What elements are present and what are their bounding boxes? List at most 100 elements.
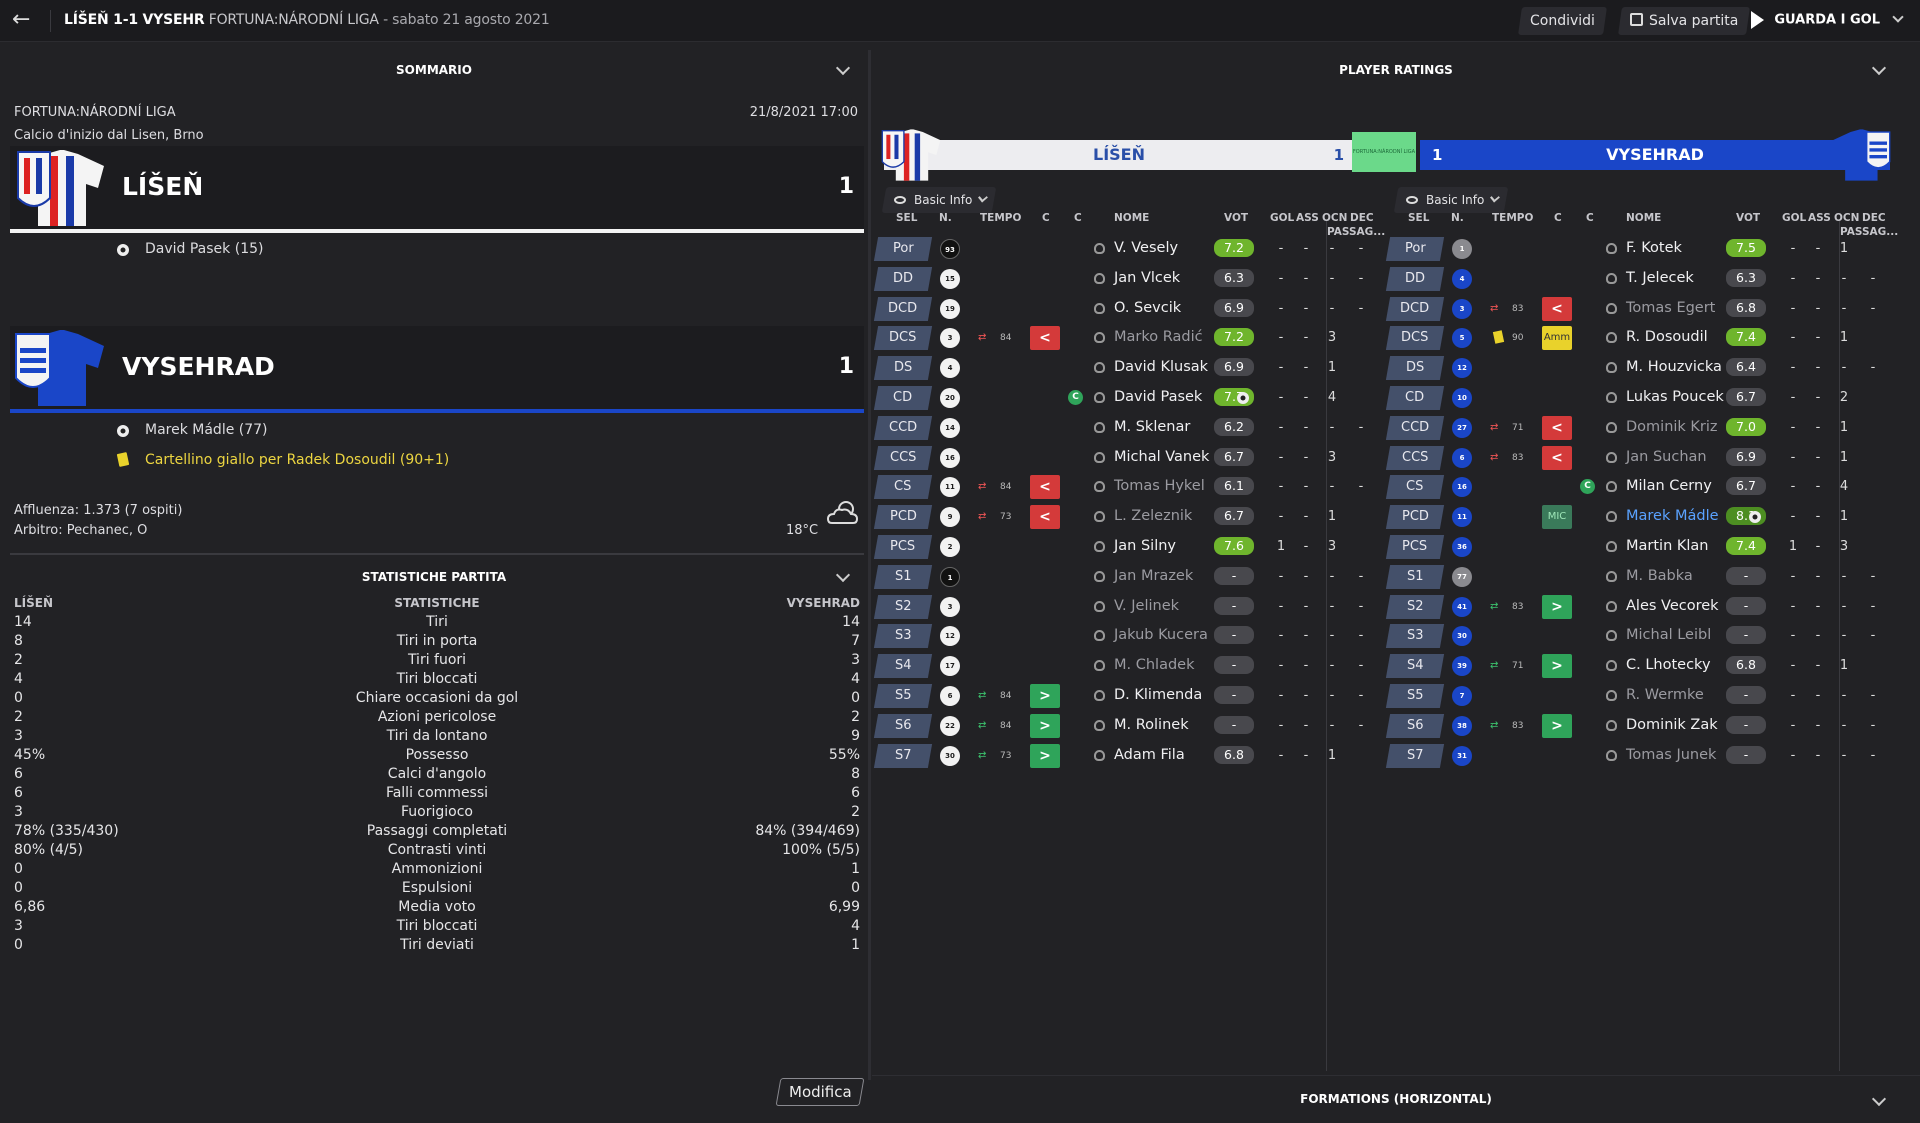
- player-row[interactable]: PCD 9 ⇄ 73 < L. Zeleznik 6.7 - - 1: [872, 503, 1384, 530]
- player-name[interactable]: David Pasek: [1114, 389, 1202, 405]
- column-header-gol[interactable]: GOL: [1782, 212, 1806, 224]
- player-profile-icon[interactable]: [1094, 272, 1105, 284]
- player-row[interactable]: Por 93 V. Vesely 7.2 - - - -: [872, 235, 1384, 261]
- column-header-dec[interactable]: DEC: [1350, 212, 1374, 224]
- subbed-on-icon[interactable]: >: [1030, 713, 1060, 738]
- player-name[interactable]: M. Sklenar: [1114, 419, 1190, 435]
- player-profile-icon[interactable]: [1606, 392, 1617, 403]
- player-name[interactable]: D. Klimenda: [1114, 687, 1202, 703]
- player-profile-icon[interactable]: [1606, 451, 1617, 463]
- player-row[interactable]: S7 31 Tomas Junek - - - - -: [1384, 742, 1896, 768]
- player-profile-icon[interactable]: [1094, 749, 1105, 761]
- subbed-on-icon[interactable]: >: [1030, 743, 1060, 768]
- player-row[interactable]: DD 4 T. Jelecek 6.3 - - - -: [1384, 265, 1896, 291]
- player-row[interactable]: CCS 6 ⇄ 83 < Jan Suchan 6.9 - - 1: [1384, 444, 1896, 470]
- player-row[interactable]: CD 10 Lukas Poucek 6.7 - - 2: [1384, 384, 1896, 410]
- player-row[interactable]: PCS 2 Jan Silny 7.6 1 - 3: [872, 533, 1384, 559]
- column-header-ocn[interactable]: OCN: [1834, 212, 1859, 224]
- share-button[interactable]: Condividi: [1518, 7, 1607, 35]
- column-header-nome[interactable]: NOME: [1626, 212, 1661, 224]
- player-profile-icon[interactable]: [1606, 630, 1617, 642]
- player-name[interactable]: Jan Vlcek: [1114, 270, 1180, 286]
- player-row[interactable]: DS 12 M. Houzvicka 6.4 - - - -: [1384, 354, 1896, 381]
- subbed-off-icon[interactable]: <: [1030, 326, 1060, 351]
- formations-header[interactable]: FORMATIONS (HORIZONTAL): [872, 1075, 1920, 1123]
- back-arrow-icon[interactable]: ←: [12, 9, 40, 33]
- player-profile-icon[interactable]: [1094, 392, 1105, 403]
- column-header-c[interactable]: C: [1554, 212, 1562, 224]
- player-profile-icon[interactable]: [1094, 451, 1105, 463]
- column-header-tempo[interactable]: TEMPO: [980, 212, 1021, 224]
- player-row[interactable]: S6 22 ⇄ 84 > M. Rolinek - - - - -: [872, 712, 1384, 738]
- player-profile-icon[interactable]: [1094, 362, 1105, 374]
- player-row[interactable]: Por 1 F. Kotek 7.5 - - 1: [1384, 235, 1896, 261]
- column-header-sel[interactable]: SEL: [1408, 212, 1429, 224]
- player-name[interactable]: Michal Vanek: [1114, 449, 1209, 465]
- player-name[interactable]: Marek Mádle: [1626, 508, 1719, 524]
- player-row[interactable]: PCS 36 Martin Klan 7.4 1 - 3: [1384, 533, 1896, 559]
- subbed-on-icon[interactable]: >: [1542, 654, 1572, 679]
- player-name[interactable]: Jan Silny: [1114, 538, 1176, 554]
- column-header-c[interactable]: C: [1042, 212, 1050, 224]
- player-profile-icon[interactable]: [1606, 749, 1617, 761]
- player-row[interactable]: S1 1 Jan Mrazek - - - - -: [872, 563, 1384, 589]
- column-header-gol[interactable]: GOL: [1270, 212, 1294, 224]
- column-header-c[interactable]: C: [1586, 212, 1594, 224]
- column-header-ass[interactable]: ASS: [1808, 212, 1831, 224]
- player-row[interactable]: DCS 5 90 Amm R. Dosoudil 7.4 - - 1: [1384, 324, 1896, 351]
- match-stats-header[interactable]: STATISTICHE PARTITA: [0, 563, 868, 591]
- player-name[interactable]: Martin Klan: [1626, 538, 1708, 554]
- player-profile-icon[interactable]: [1094, 660, 1105, 672]
- summary-header[interactable]: SOMMARIO: [0, 56, 868, 84]
- player-profile-icon[interactable]: [1606, 660, 1617, 672]
- player-name[interactable]: Jan Suchan: [1626, 449, 1707, 465]
- column-header-nome[interactable]: NOME: [1114, 212, 1149, 224]
- player-profile-icon[interactable]: [1094, 243, 1105, 254]
- player-profile-icon[interactable]: [1606, 600, 1617, 612]
- player-row[interactable]: DCD 19 O. Sevcik 6.9 - - - -: [872, 295, 1384, 321]
- league-name[interactable]: FORTUNA:NÁRODNÍ LIGA: [209, 12, 379, 28]
- subbed-on-icon[interactable]: >: [1030, 684, 1060, 708]
- player-profile-icon[interactable]: [1094, 511, 1105, 523]
- subbed-on-icon[interactable]: >: [1542, 594, 1572, 619]
- column-header-c[interactable]: C: [1074, 212, 1082, 224]
- player-name[interactable]: Ales Vecorek: [1626, 598, 1719, 614]
- subbed-off-icon[interactable]: <: [1542, 445, 1572, 470]
- player-row[interactable]: CCS 16 Michal Vanek 6.7 - - 3: [872, 444, 1384, 470]
- player-name[interactable]: C. Lhotecky: [1626, 657, 1711, 673]
- player-profile-icon[interactable]: [1606, 272, 1617, 284]
- player-name[interactable]: Tomas Hykel: [1114, 478, 1205, 494]
- player-name[interactable]: Tomas Egert: [1626, 300, 1715, 316]
- player-profile-icon[interactable]: [1606, 302, 1617, 314]
- player-name[interactable]: M. Houzvicka: [1626, 359, 1722, 375]
- watch-goals-button[interactable]: GUARDA I GOL: [1751, 10, 1904, 29]
- player-name[interactable]: Jan Mrazek: [1114, 568, 1193, 584]
- player-row[interactable]: CS 16 C Milan Cerny 6.7 - - 4: [1384, 473, 1896, 500]
- column-header-n.[interactable]: N.: [939, 212, 952, 224]
- player-profile-icon[interactable]: [1606, 421, 1617, 433]
- player-row[interactable]: DD 15 Jan Vlcek 6.3 - - - -: [872, 265, 1384, 291]
- player-name[interactable]: V. Vesely: [1114, 240, 1178, 256]
- player-name[interactable]: Milan Cerny: [1626, 478, 1712, 494]
- player-profile-icon[interactable]: [1094, 332, 1105, 344]
- player-name[interactable]: Jakub Kucera: [1114, 627, 1208, 643]
- player-row[interactable]: CCD 27 ⇄ 71 < Dominik Kriz 7.0 - - 1: [1384, 414, 1896, 440]
- player-name[interactable]: Dominik Zak: [1626, 717, 1718, 733]
- player-profile-icon[interactable]: [1606, 719, 1617, 731]
- player-name[interactable]: Marko Radić: [1114, 329, 1203, 345]
- player-name[interactable]: V. Jelinek: [1114, 598, 1179, 614]
- subbed-on-icon[interactable]: >: [1542, 713, 1572, 738]
- player-profile-icon[interactable]: [1094, 421, 1105, 433]
- player-name[interactable]: Tomas Junek: [1626, 747, 1716, 763]
- player-name[interactable]: L. Zeleznik: [1114, 508, 1192, 524]
- column-header-n.[interactable]: N.: [1451, 212, 1464, 224]
- player-row[interactable]: S4 39 ⇄ 71 > C. Lhotecky 6.8 - - 1: [1384, 652, 1896, 679]
- player-profile-icon[interactable]: [1606, 690, 1617, 701]
- player-row[interactable]: S2 41 ⇄ 83 > Ales Vecorek - - - - -: [1384, 593, 1896, 619]
- player-row[interactable]: S5 6 ⇄ 84 > D. Klimenda - - - - -: [872, 682, 1384, 708]
- subbed-off-icon[interactable]: <: [1030, 475, 1060, 500]
- player-row[interactable]: DCD 3 ⇄ 83 < Tomas Egert 6.8 - - - -: [1384, 295, 1896, 321]
- player-row[interactable]: S7 30 ⇄ 73 > Adam Fila 6.8 - - 1: [872, 742, 1384, 768]
- player-profile-icon[interactable]: [1094, 600, 1105, 612]
- home-basic-info-dropdown[interactable]: Basic Info: [881, 187, 997, 213]
